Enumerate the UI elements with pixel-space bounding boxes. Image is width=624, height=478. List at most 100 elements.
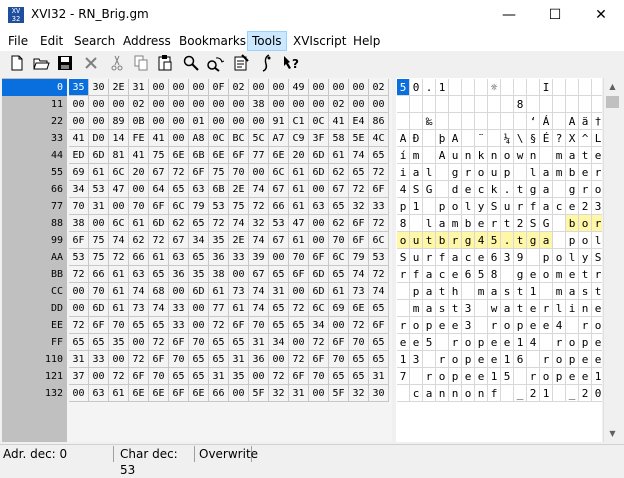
- char-cell[interactable]: [397, 113, 410, 130]
- hex-cell[interactable]: 34: [309, 317, 329, 334]
- hex-cell[interactable]: 5E: [349, 130, 369, 147]
- hex-cell[interactable]: 53: [209, 198, 229, 215]
- hex-cell[interactable]: 70: [309, 368, 329, 385]
- char-cell[interactable]: [475, 113, 488, 130]
- char-cell[interactable]: a: [423, 385, 436, 402]
- hex-cell[interactable]: 72: [109, 249, 129, 266]
- char-cell[interactable]: É: [540, 130, 553, 147]
- char-cell[interactable]: n: [436, 385, 449, 402]
- char-cell[interactable]: o: [553, 351, 566, 368]
- hex-cell[interactable]: 65: [189, 215, 209, 232]
- char-cell[interactable]: o: [462, 385, 475, 402]
- char-cell[interactable]: k: [475, 147, 488, 164]
- char-cell[interactable]: k: [488, 181, 501, 198]
- char-cell[interactable]: o: [410, 317, 423, 334]
- char-cell[interactable]: l: [566, 249, 579, 266]
- save-icon[interactable]: [56, 54, 74, 72]
- char-cell[interactable]: [592, 79, 602, 96]
- char-cell[interactable]: o: [592, 181, 602, 198]
- hex-cell[interactable]: 6C: [269, 164, 289, 181]
- hex-cell[interactable]: 91: [269, 113, 289, 130]
- hex-cell[interactable]: 61: [289, 164, 309, 181]
- char-cell[interactable]: 9: [514, 249, 527, 266]
- hex-cell[interactable]: 73: [129, 300, 149, 317]
- char-cell[interactable]: 3: [410, 351, 423, 368]
- char-cell[interactable]: p: [410, 283, 423, 300]
- char-cell[interactable]: [488, 96, 501, 113]
- char-cell[interactable]: o: [501, 147, 514, 164]
- char-cell[interactable]: [553, 113, 566, 130]
- hex-cell[interactable]: 69: [69, 164, 89, 181]
- hex-cell[interactable]: 65: [269, 266, 289, 283]
- char-cell[interactable]: [423, 147, 436, 164]
- hex-cell[interactable]: 75: [149, 147, 169, 164]
- hex-cell[interactable]: 63: [189, 181, 209, 198]
- hex-cell[interactable]: 6D: [309, 147, 329, 164]
- char-cell[interactable]: o: [566, 334, 579, 351]
- hex-cell[interactable]: 6D: [309, 283, 329, 300]
- hex-cell[interactable]: 65: [289, 317, 309, 334]
- char-cell[interactable]: [540, 96, 553, 113]
- scroll-down-icon[interactable]: ▼: [604, 425, 621, 442]
- hex-cell[interactable]: 47: [289, 215, 309, 232]
- char-cell[interactable]: o: [449, 351, 462, 368]
- hex-cell[interactable]: 6C: [329, 249, 349, 266]
- hex-cell[interactable]: 74: [109, 232, 129, 249]
- hex-cell[interactable]: 20: [129, 164, 149, 181]
- hex-cell[interactable]: 74: [249, 283, 269, 300]
- hex-cell[interactable]: 6F: [129, 368, 149, 385]
- hex-cell[interactable]: 61: [149, 249, 169, 266]
- hex-cell[interactable]: 00: [89, 113, 109, 130]
- hex-cell[interactable]: 00: [349, 96, 369, 113]
- hex-cell[interactable]: FE: [129, 130, 149, 147]
- char-cell[interactable]: r: [423, 249, 436, 266]
- menu-search[interactable]: Search: [70, 32, 119, 50]
- hex-cell[interactable]: 65: [349, 368, 369, 385]
- char-cell[interactable]: l: [527, 164, 540, 181]
- char-cell[interactable]: a: [540, 198, 553, 215]
- hex-cell[interactable]: 63: [169, 249, 189, 266]
- hex-cell[interactable]: 72: [129, 351, 149, 368]
- char-cell[interactable]: †: [592, 113, 602, 130]
- char-cell[interactable]: t: [449, 300, 462, 317]
- hex-cell[interactable]: 2E: [229, 232, 249, 249]
- hex-cell[interactable]: 69: [329, 300, 349, 317]
- hex-cell[interactable]: 74: [349, 147, 369, 164]
- char-cell[interactable]: [423, 351, 436, 368]
- hex-cell[interactable]: 70: [329, 232, 349, 249]
- hex-cell[interactable]: 72: [349, 181, 369, 198]
- hex-cell[interactable]: 6F: [189, 164, 209, 181]
- text-grid[interactable]: 5 0. 1 ☼ I 8 ‰ ‘Á Aä † A Ðþ A ¨ ¼ \ § É? X ^ Lí m Au n k n o w n m a t e…: [396, 78, 602, 442]
- char-cell[interactable]: o: [449, 198, 462, 215]
- hex-cell[interactable]: 61: [289, 198, 309, 215]
- char-cell[interactable]: [553, 385, 566, 402]
- char-cell[interactable]: í: [397, 147, 410, 164]
- char-cell[interactable]: 7: [397, 368, 410, 385]
- hex-cell[interactable]: 74: [129, 283, 149, 300]
- char-cell[interactable]: ‰: [423, 113, 436, 130]
- char-cell[interactable]: e: [397, 334, 410, 351]
- char-cell[interactable]: o: [501, 317, 514, 334]
- char-cell[interactable]: .: [501, 181, 514, 198]
- hex-cell[interactable]: 6F: [69, 232, 89, 249]
- char-cell[interactable]: t: [501, 215, 514, 232]
- char-cell[interactable]: A: [397, 130, 410, 147]
- char-cell[interactable]: e: [527, 300, 540, 317]
- char-cell[interactable]: d: [449, 181, 462, 198]
- char-cell[interactable]: 1: [514, 334, 527, 351]
- char-cell[interactable]: o: [579, 215, 592, 232]
- char-cell[interactable]: [527, 249, 540, 266]
- char-cell[interactable]: r: [553, 334, 566, 351]
- char-cell[interactable]: f: [436, 249, 449, 266]
- hex-cell[interactable]: 70: [229, 164, 249, 181]
- hex-cell[interactable]: 31: [269, 283, 289, 300]
- char-cell[interactable]: 1: [527, 283, 540, 300]
- hex-cell[interactable]: 6E: [269, 147, 289, 164]
- hex-cell[interactable]: 61: [209, 283, 229, 300]
- hex-cell[interactable]: D0: [89, 130, 109, 147]
- hex-cell[interactable]: 81: [109, 147, 129, 164]
- char-cell[interactable]: 5: [475, 266, 488, 283]
- char-cell[interactable]: w: [514, 147, 527, 164]
- hex-cell[interactable]: 32: [269, 385, 289, 402]
- hex-cell[interactable]: 72: [369, 164, 389, 181]
